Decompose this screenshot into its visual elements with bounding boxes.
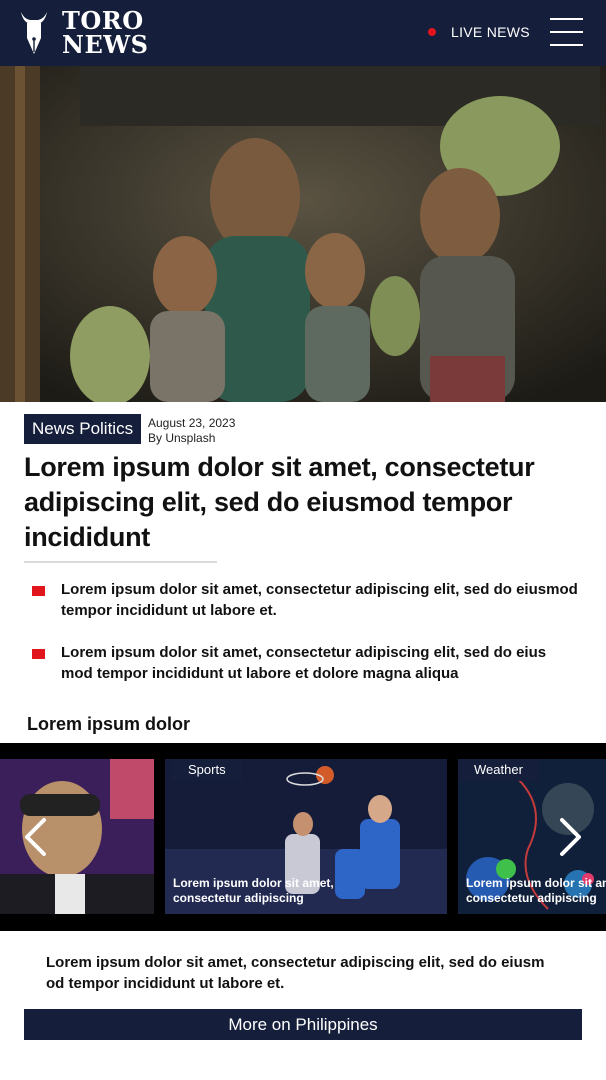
site-header: TORO NEWS LIVE NEWS bbox=[0, 0, 606, 66]
live-news-link[interactable]: LIVE NEWS bbox=[428, 24, 530, 40]
card-caption-line: Lorem ipsum dolor sit amet, bbox=[173, 876, 334, 890]
bullet-square-icon bbox=[32, 649, 45, 659]
live-news-label: LIVE NEWS bbox=[451, 24, 530, 40]
site-logo[interactable]: TORO NEWS bbox=[20, 9, 149, 57]
byline: By Unsplash bbox=[148, 431, 216, 445]
chevron-right-icon[interactable] bbox=[558, 817, 584, 857]
more-on-philippines-button[interactable]: More on Philippines bbox=[24, 1009, 582, 1040]
article-meta: August 23, 2023 By Unsplash bbox=[148, 416, 235, 446]
card-caption-line: consectetur adipiscing bbox=[466, 891, 597, 905]
card-caption: Lorem ipsum dolor sit amet, consectetur … bbox=[173, 876, 334, 906]
bullet-text: Lorem ipsum dolor sit amet, consectetur … bbox=[61, 581, 578, 619]
card-category: Sports bbox=[172, 759, 242, 781]
related-section-title: Lorem ipsum dolor bbox=[27, 714, 191, 734]
bull-pen-logo-icon bbox=[21, 12, 47, 54]
bullet-item: Lorem ipsum dolor sit amet, consectetur … bbox=[32, 642, 578, 684]
card-caption-line: consectetur adipiscing bbox=[173, 891, 304, 905]
logo-line-2: NEWS bbox=[62, 30, 149, 59]
publish-date: August 23, 2023 bbox=[148, 416, 236, 430]
hero-image bbox=[0, 66, 606, 402]
bullet-text: Lorem ipsum dolor sit amet, consectetur … bbox=[61, 644, 547, 682]
card-caption-line: Lorem ipsum dolor sit amet, bbox=[466, 876, 606, 890]
hamburger-menu-icon[interactable] bbox=[550, 18, 583, 46]
card-category: Weather bbox=[458, 759, 539, 781]
category-tag[interactable]: News Politics bbox=[24, 414, 142, 444]
article-title: Lorem ipsum dolor sit amet, consectetur … bbox=[24, 452, 535, 552]
related-carousel: Sports Lorem ipsum dolor sit amet, conse… bbox=[0, 743, 606, 931]
carousel-card[interactable]: Sports Lorem ipsum dolor sit amet, conse… bbox=[165, 759, 447, 914]
title-divider bbox=[24, 561, 217, 563]
related-summary: Lorem ipsum dolor sit amet, consectetur … bbox=[46, 954, 545, 992]
chevron-left-icon[interactable] bbox=[22, 817, 48, 857]
bullet-item: Lorem ipsum dolor sit amet, consectetur … bbox=[32, 579, 578, 621]
bullet-square-icon bbox=[32, 586, 45, 596]
live-dot-icon bbox=[428, 28, 436, 36]
card-caption: Lorem ipsum dolor sit amet, consectetur … bbox=[466, 876, 606, 906]
